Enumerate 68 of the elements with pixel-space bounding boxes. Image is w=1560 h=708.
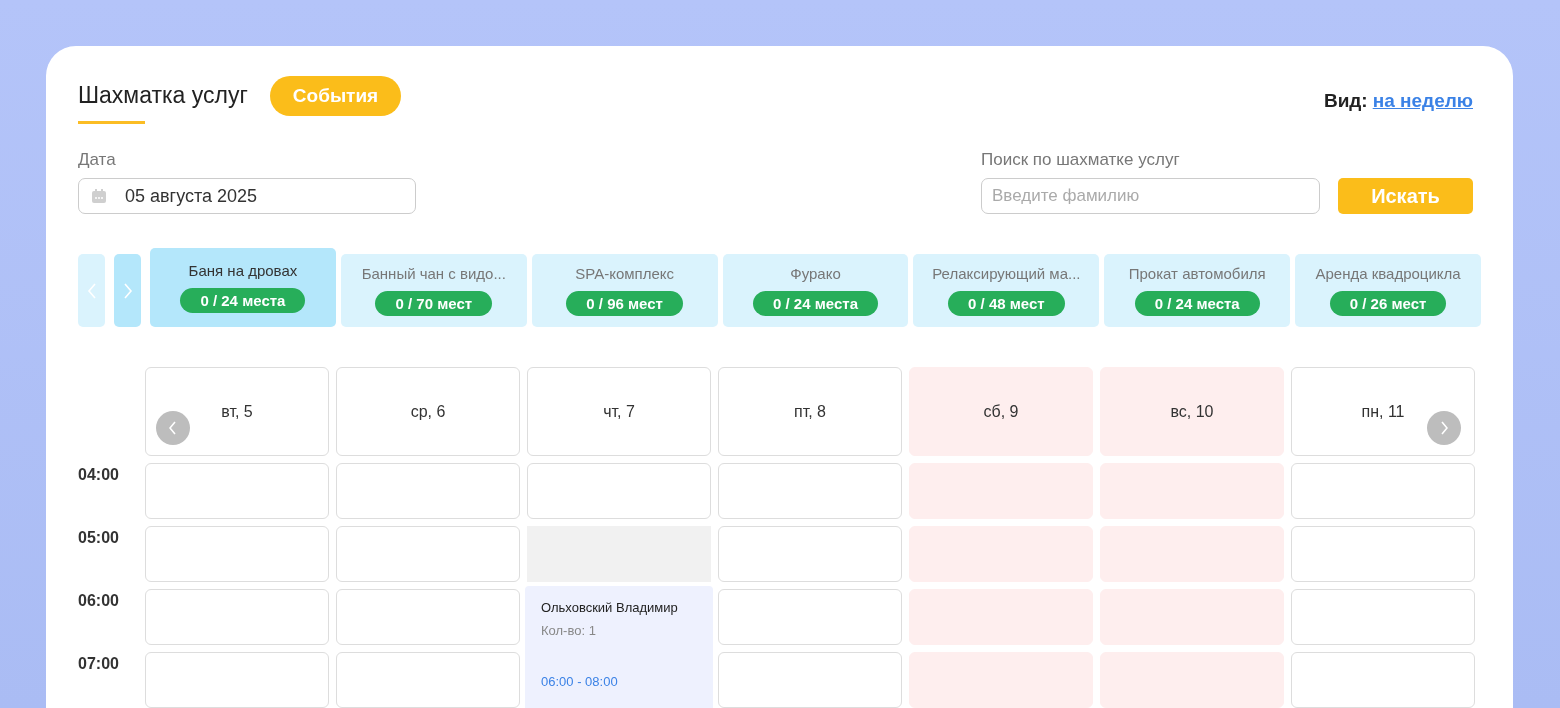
- date-field[interactable]: 05 августа 2025: [78, 178, 416, 214]
- day-header: пн, 11: [1291, 367, 1475, 456]
- time-slot[interactable]: [1291, 589, 1475, 645]
- quantity-text: Кол-во: 1: [541, 623, 597, 638]
- calendar-icon: [91, 188, 107, 204]
- service-name: Фурако: [790, 265, 841, 282]
- service-name: Релаксирующий ма...: [932, 265, 1081, 282]
- places-badge: 0 / 26 мест: [1329, 291, 1447, 316]
- guest-name: Ольховский Владимир: [541, 600, 679, 615]
- page-title[interactable]: Шахматка услуг: [78, 76, 248, 124]
- time-label: 05:00: [78, 528, 120, 548]
- booking-card[interactable]: Ольховский Владимир Кол-во: 1 06:00 - 08:00: [525, 586, 713, 708]
- day-header: сб, 9: [909, 367, 1093, 456]
- previous-week-button[interactable]: [156, 411, 190, 445]
- service-tab[interactable]: Фурако 0 / 24 места: [722, 254, 909, 327]
- places-badge: 0 / 48 мест: [948, 291, 1065, 316]
- service-tab[interactable]: Баня на дровах 0 / 24 места: [150, 248, 336, 327]
- time-slot[interactable]: [1291, 526, 1475, 582]
- service-tab[interactable]: Релаксирующий ма... 0 / 48 мест: [913, 254, 1100, 327]
- time-label: 06:00: [78, 591, 120, 611]
- service-name: SPA-комплекс: [575, 265, 674, 282]
- time-slot[interactable]: [145, 652, 329, 708]
- chevron-right-icon: [1440, 421, 1448, 435]
- service-tab[interactable]: Банный чан с видо... 0 / 70 мест: [340, 254, 527, 327]
- search-field[interactable]: Введите фамилию: [981, 178, 1320, 214]
- date-label: Дата: [78, 150, 117, 170]
- booking-time: 06:00 - 08:00: [541, 674, 619, 689]
- service-name: Аренда квадроцикла: [1315, 265, 1461, 282]
- time-slot[interactable]: [1291, 652, 1475, 708]
- time-slot[interactable]: [718, 463, 902, 519]
- service-tab[interactable]: Аренда квадроцикла 0 / 26 мест: [1295, 254, 1481, 327]
- time-slot[interactable]: [718, 526, 902, 582]
- next-week-button[interactable]: [1427, 411, 1461, 445]
- time-slot[interactable]: [1291, 463, 1475, 519]
- day-header: вс, 10: [1100, 367, 1284, 456]
- time-slot[interactable]: [336, 652, 520, 708]
- day-header: чт, 7: [527, 367, 711, 456]
- next-button[interactable]: [114, 254, 141, 327]
- service-name: Баня на дровах: [188, 262, 298, 279]
- time-slot[interactable]: [336, 589, 520, 645]
- service-name: Банный чан с видо...: [361, 265, 506, 282]
- time-label: 04:00: [78, 465, 120, 485]
- chevron-left-icon: [86, 281, 97, 300]
- time-slot[interactable]: [527, 463, 711, 519]
- view-link[interactable]: на неделю: [1372, 90, 1473, 112]
- time-slot[interactable]: [336, 526, 520, 582]
- view-label: Вид:: [1323, 90, 1368, 112]
- places-badge: 0 / 24 места: [1134, 291, 1260, 316]
- places-badge: 0 / 24 места: [180, 288, 306, 313]
- day-header: ср, 6: [336, 367, 520, 456]
- day-header: вт, 5: [145, 367, 329, 456]
- search-label: Поиск по шахматке услуг: [981, 150, 1181, 170]
- time-slot[interactable]: [336, 463, 520, 519]
- service-tab[interactable]: Прокат автомобиля 0 / 24 места: [1104, 254, 1291, 327]
- time-label: 07:00: [78, 654, 120, 674]
- places-badge: 0 / 70 мест: [375, 291, 493, 316]
- places-badge: 0 / 96 мест: [566, 291, 683, 316]
- places-badge: 0 / 24 места: [753, 291, 878, 316]
- time-slot[interactable]: [718, 589, 902, 645]
- service-tab[interactable]: SPA-комплекс 0 / 96 мест: [531, 254, 718, 327]
- chevron-left-icon: [169, 421, 177, 435]
- day-header: пт, 8: [718, 367, 902, 456]
- time-slot[interactable]: [145, 463, 329, 519]
- service-name: Прокат автомобиля: [1128, 265, 1266, 282]
- chevron-right-icon: [122, 281, 133, 300]
- time-slot[interactable]: [718, 652, 902, 708]
- time-slot[interactable]: [145, 589, 329, 645]
- time-slot[interactable]: [145, 526, 329, 582]
